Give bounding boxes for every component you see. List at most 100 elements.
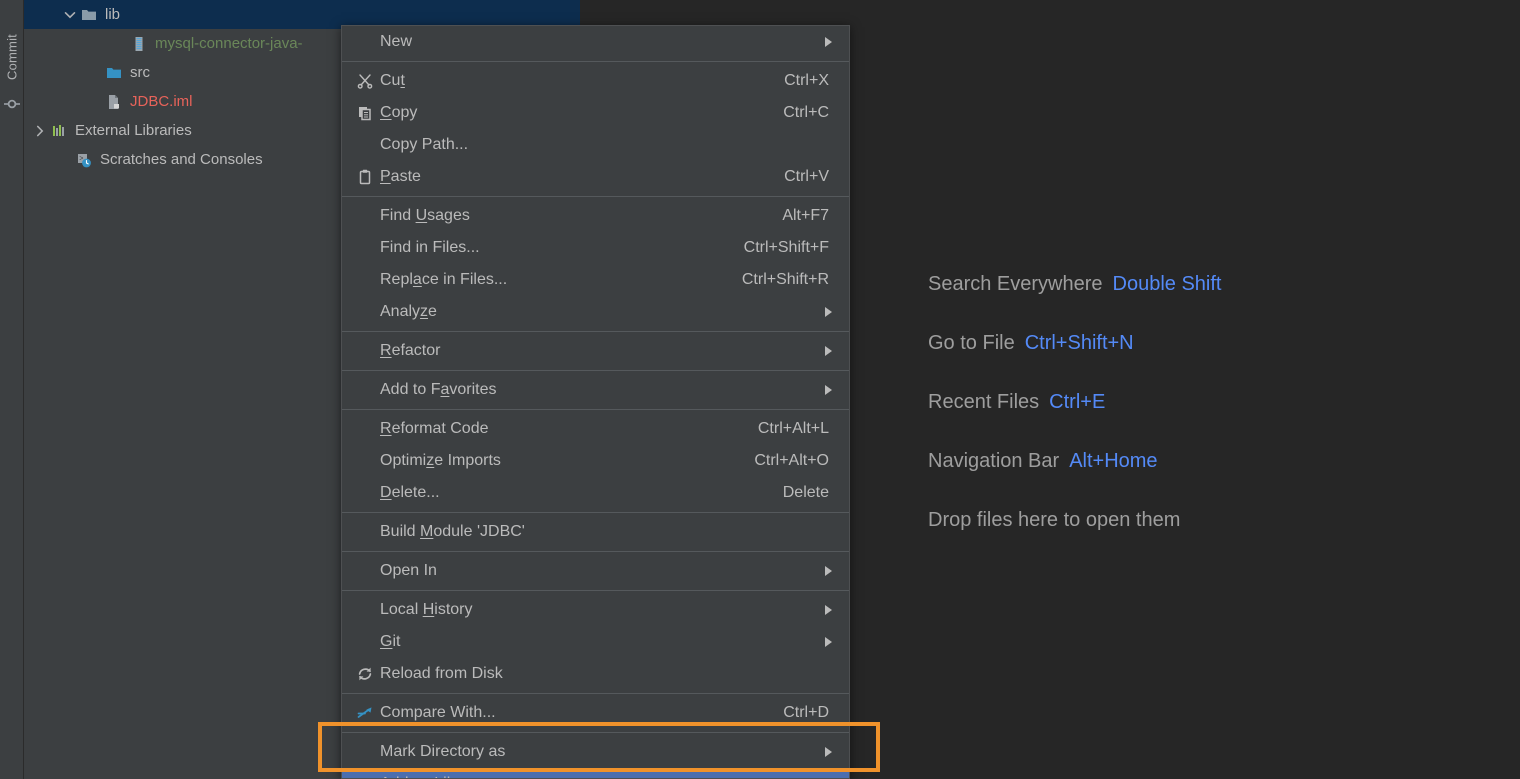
- context-menu[interactable]: New Cut Ctrl+X Copy Ctrl+C Copy Path... Paste C…: [341, 25, 850, 779]
- menu-item[interactable]: Cut Ctrl+X: [342, 65, 849, 97]
- menu-item[interactable]: Git: [342, 626, 849, 658]
- editor-hint-row: Go to File Ctrl+Shift+N: [928, 314, 1448, 373]
- tree-row-label: JDBC.iml: [130, 93, 193, 110]
- menu-item-label: Copy Path...: [380, 136, 469, 153]
- left-tool-window-strip: Commit: [0, 0, 24, 779]
- editor-hint-label: Recent Files: [928, 391, 1040, 413]
- menu-separator: [342, 732, 849, 733]
- menu-separator: [342, 61, 849, 62]
- submenu-arrow-icon: [825, 307, 832, 317]
- menu-item[interactable]: Refactor: [342, 335, 849, 367]
- menu-item[interactable]: Reload from Disk: [342, 658, 849, 690]
- editor-hint-label: Navigation Bar: [928, 450, 1060, 472]
- menu-item-label: Delete...: [380, 484, 440, 501]
- editor-hint-label: Drop files here to open them: [928, 509, 1181, 531]
- menu-separator: [342, 551, 849, 552]
- menu-item[interactable]: Add as Library...: [342, 768, 849, 778]
- scissors-icon: [354, 72, 376, 90]
- menu-item-label: Analyze: [380, 303, 437, 320]
- submenu-arrow-icon: [825, 385, 832, 395]
- editor-hint-row: Recent Files Ctrl+E: [928, 373, 1448, 432]
- editor-hint-row: Navigation Bar Alt+Home: [928, 432, 1448, 491]
- editor-hint-label: Search Everywhere: [928, 273, 1103, 295]
- chevron-right-icon[interactable]: [30, 122, 50, 140]
- menu-item-shortcut: Ctrl+D: [783, 704, 829, 721]
- menu-item-shortcut: Alt+F7: [782, 207, 829, 224]
- editor-hint-label: Go to File: [928, 332, 1015, 354]
- menu-item[interactable]: Find in Files... Ctrl+Shift+F: [342, 232, 849, 264]
- menu-item[interactable]: Replace in Files... Ctrl+Shift+R: [342, 264, 849, 296]
- copy-icon: [354, 104, 376, 122]
- menu-separator: [342, 512, 849, 513]
- menu-separator: [342, 196, 849, 197]
- editor-hint-shortcut: Alt+Home: [1069, 450, 1158, 472]
- submenu-arrow-icon: [825, 346, 832, 356]
- tree-row-label: Scratches and Consoles: [100, 151, 263, 168]
- clipboard-icon: [354, 168, 376, 186]
- chevron-down-icon[interactable]: [60, 6, 80, 24]
- menu-item[interactable]: Optimize Imports Ctrl+Alt+O: [342, 445, 849, 477]
- menu-separator: [342, 331, 849, 332]
- menu-item-label: Find in Files...: [380, 239, 480, 256]
- menu-item[interactable]: New: [342, 26, 849, 58]
- menu-item-label: Mark Directory as: [380, 743, 506, 760]
- folder-icon: [80, 6, 98, 24]
- menu-item-label: Add to Favorites: [380, 381, 497, 398]
- menu-item-label: Paste: [380, 168, 421, 185]
- editor-hint-shortcut: Ctrl+Shift+N: [1024, 332, 1134, 354]
- menu-item-label: Git: [380, 633, 401, 650]
- menu-item[interactable]: Reformat Code Ctrl+Alt+L: [342, 413, 849, 445]
- tree-row-label: src: [130, 64, 150, 81]
- menu-item[interactable]: Delete... Delete: [342, 477, 849, 509]
- menu-item-label: Cut: [380, 72, 405, 89]
- tree-row-label: mysql-connector-java-: [155, 35, 303, 52]
- menu-item[interactable]: Compare With... Ctrl+D: [342, 697, 849, 729]
- submenu-arrow-icon: [825, 637, 832, 647]
- menu-item-label: Open In: [380, 562, 437, 579]
- jar-file-icon: [130, 35, 148, 53]
- menu-item[interactable]: Mark Directory as: [342, 736, 849, 768]
- iml-file-icon: [105, 93, 123, 111]
- submenu-arrow-icon: [825, 605, 832, 615]
- menu-separator: [342, 693, 849, 694]
- menu-item-label: Add as Library...: [380, 775, 495, 778]
- menu-item-shortcut: Ctrl+Alt+O: [754, 452, 829, 469]
- menu-item-shortcut: Ctrl+Alt+L: [757, 420, 829, 437]
- menu-item[interactable]: Local History: [342, 594, 849, 626]
- editor-hint-shortcut: Double Shift: [1112, 273, 1222, 295]
- menu-item[interactable]: Copy Ctrl+C: [342, 97, 849, 129]
- menu-item-label: Optimize Imports: [380, 452, 501, 469]
- menu-item[interactable]: Analyze: [342, 296, 849, 328]
- menu-item[interactable]: Add to Favorites: [342, 374, 849, 406]
- tree-row-label: External Libraries: [75, 122, 192, 139]
- reload-icon: [354, 665, 376, 683]
- submenu-arrow-icon: [825, 747, 832, 757]
- editor-empty-state-hints: Search Everywhere Double Shift Go to File C…: [928, 255, 1448, 550]
- menu-item-label: Compare With...: [380, 704, 496, 721]
- libraries-icon: [50, 122, 68, 140]
- menu-item[interactable]: Find Usages Alt+F7: [342, 200, 849, 232]
- tree-row-label: lib: [105, 6, 121, 23]
- commit-icon: [4, 96, 20, 112]
- menu-separator: [342, 370, 849, 371]
- menu-item-label: Refactor: [380, 342, 441, 359]
- source-folder-icon: [105, 64, 123, 82]
- commit-tool-button[interactable]: Commit: [0, 12, 24, 102]
- menu-item-shortcut: Ctrl+Shift+R: [741, 271, 829, 288]
- compare-icon: [354, 704, 376, 722]
- editor-hint-row: Search Everywhere Double Shift: [928, 255, 1448, 314]
- menu-item-label: Find Usages: [380, 207, 470, 224]
- menu-item[interactable]: Open In: [342, 555, 849, 587]
- menu-item-label: Build Module 'JDBC': [380, 523, 525, 540]
- submenu-arrow-icon: [825, 37, 832, 47]
- editor-hint-row: Drop files here to open them: [928, 491, 1448, 550]
- menu-item[interactable]: Paste Ctrl+V: [342, 161, 849, 193]
- menu-item-label: Reload from Disk: [380, 665, 503, 682]
- menu-item-label: Replace in Files...: [380, 271, 508, 288]
- submenu-arrow-icon: [825, 566, 832, 576]
- menu-item-label: New: [380, 33, 413, 50]
- menu-item[interactable]: Build Module 'JDBC': [342, 516, 849, 548]
- menu-separator: [342, 409, 849, 410]
- menu-item[interactable]: Copy Path...: [342, 129, 849, 161]
- menu-item-shortcut: Ctrl+X: [784, 72, 829, 89]
